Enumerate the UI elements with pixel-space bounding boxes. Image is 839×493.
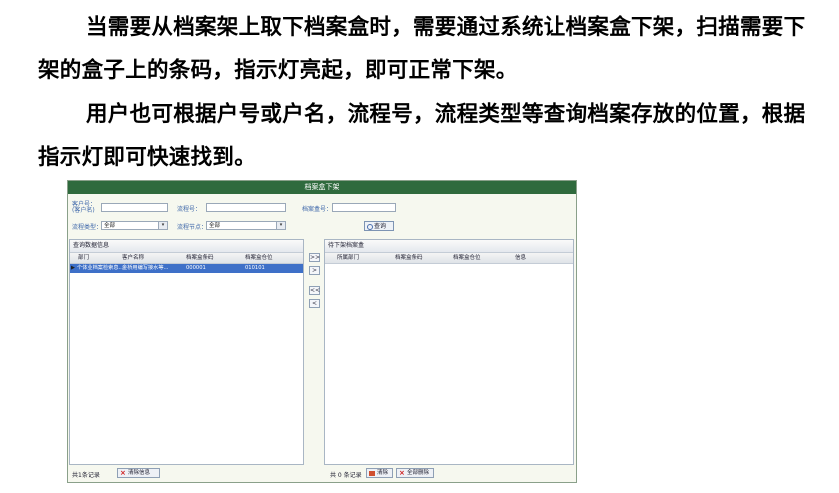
chevron-down-icon: ▾ [276, 222, 285, 229]
move-all-right-button[interactable]: >> [309, 253, 320, 262]
process-no-input[interactable] [206, 203, 286, 212]
panel-title: 待下架档案盒 [325, 240, 573, 253]
process-type-select[interactable]: 全部 ▾ [101, 221, 168, 230]
customer-input[interactable] [101, 203, 168, 212]
search-icon [367, 224, 373, 230]
move-all-left-button[interactable]: << [309, 286, 320, 295]
window-title: 档案盒下架 [68, 181, 576, 194]
box-no-input[interactable] [332, 203, 396, 212]
embedded-screenshot-window: 档案盒下架 客户号： (客户名) 流程号： 档案盒号： 流程类型： 全部 ▾ 流程… [67, 180, 577, 483]
left-record-count: 共1条记录 [72, 472, 100, 479]
table-row[interactable]: ▶ 个体业档案检索息... 金桥用编写接水等... 000001 010101 [70, 264, 303, 273]
clear-info-button[interactable]: × 清除信息 [117, 468, 160, 478]
move-left-button[interactable]: < [309, 299, 320, 308]
move-right-button[interactable]: > [309, 266, 320, 275]
remove-all-button[interactable]: × 全部删除 [396, 468, 434, 478]
close-icon: × [120, 469, 126, 477]
query-button[interactable]: 查询 [364, 221, 394, 231]
process-type-label: 流程类型： [72, 224, 103, 231]
table-header: 所属部门 档案盒条码 档案盒仓位 信息 [325, 253, 573, 264]
remove-button[interactable]: 清除 [366, 468, 393, 478]
process-node-label: 流程节点： [177, 224, 208, 231]
chevron-down-icon: ▾ [158, 222, 167, 229]
pending-removal-panel: 待下架档案盒 所属部门 档案盒条码 档案盒仓位 信息 [324, 239, 574, 465]
process-no-label: 流程号： [177, 206, 202, 213]
process-node-select[interactable]: 全部 ▾ [206, 221, 286, 230]
delete-icon [369, 471, 375, 476]
close-icon: × [399, 469, 405, 477]
box-no-label: 档案盒号： [302, 206, 333, 213]
row-pointer-icon: ▶ [71, 265, 75, 271]
right-record-count: 共 0 条记录 [330, 472, 362, 479]
paragraph-2: 用户也可根据户号或户名，流程号，流程类型等查询档案存放的位置，根据指示灯即可快速… [38, 102, 806, 170]
table-header: 部门 客户名称 档案盒条码 档案盒仓位 [70, 253, 303, 264]
query-results-panel: 查询数据信息 部门 客户名称 档案盒条码 档案盒仓位 ▶ 个体业档案检索息...… [69, 239, 304, 465]
panel-title: 查询数据信息 [70, 240, 303, 253]
customer-label: 客户号： (客户名) [72, 201, 97, 214]
paragraph-1: 当需要从档案架上取下档案盒时，需要通过系统让档案盒下架，扫描需要下架的盒子上的条… [38, 15, 806, 83]
